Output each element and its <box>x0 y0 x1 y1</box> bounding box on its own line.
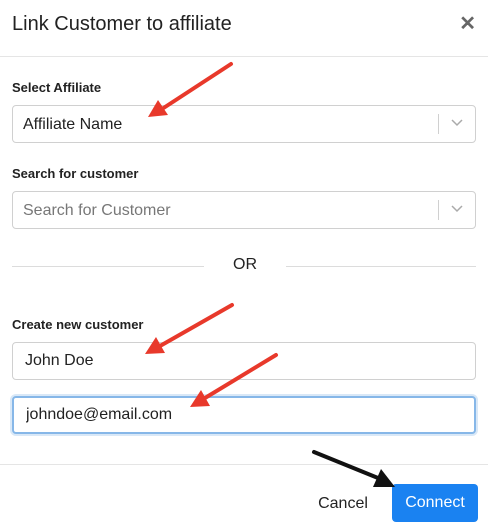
chevron-down-icon <box>451 119 463 127</box>
close-icon[interactable]: ✕ <box>459 14 476 34</box>
customer-name-input[interactable] <box>12 342 476 380</box>
search-customer-label: Search for customer <box>12 166 139 181</box>
divider-line-left <box>12 266 204 267</box>
customer-search-placeholder: Search for Customer <box>23 202 171 219</box>
select-affiliate-label: Select Affiliate <box>12 80 102 95</box>
customer-email-input[interactable] <box>12 396 476 434</box>
affiliate-select[interactable]: Affiliate Name <box>12 105 476 143</box>
divider-line-right <box>286 266 476 267</box>
dialog-footer: Cancel Connect <box>0 464 488 532</box>
select-separator <box>438 114 439 134</box>
create-customer-label: Create new customer <box>12 317 144 332</box>
chevron-down-icon <box>451 205 463 213</box>
dialog-header: Link Customer to affiliate ✕ <box>0 0 488 57</box>
affiliate-select-value: Affiliate Name <box>23 116 123 133</box>
dialog-title: Link Customer to affiliate <box>12 13 232 35</box>
customer-search-select[interactable]: Search for Customer <box>12 191 476 229</box>
cancel-button[interactable]: Cancel <box>306 492 380 516</box>
or-divider: OR <box>12 256 476 276</box>
or-text: OR <box>233 256 257 273</box>
connect-button[interactable]: Connect <box>392 484 478 522</box>
link-customer-dialog: Link Customer to affiliate ✕ Select Affi… <box>0 0 488 532</box>
select-separator <box>438 200 439 220</box>
